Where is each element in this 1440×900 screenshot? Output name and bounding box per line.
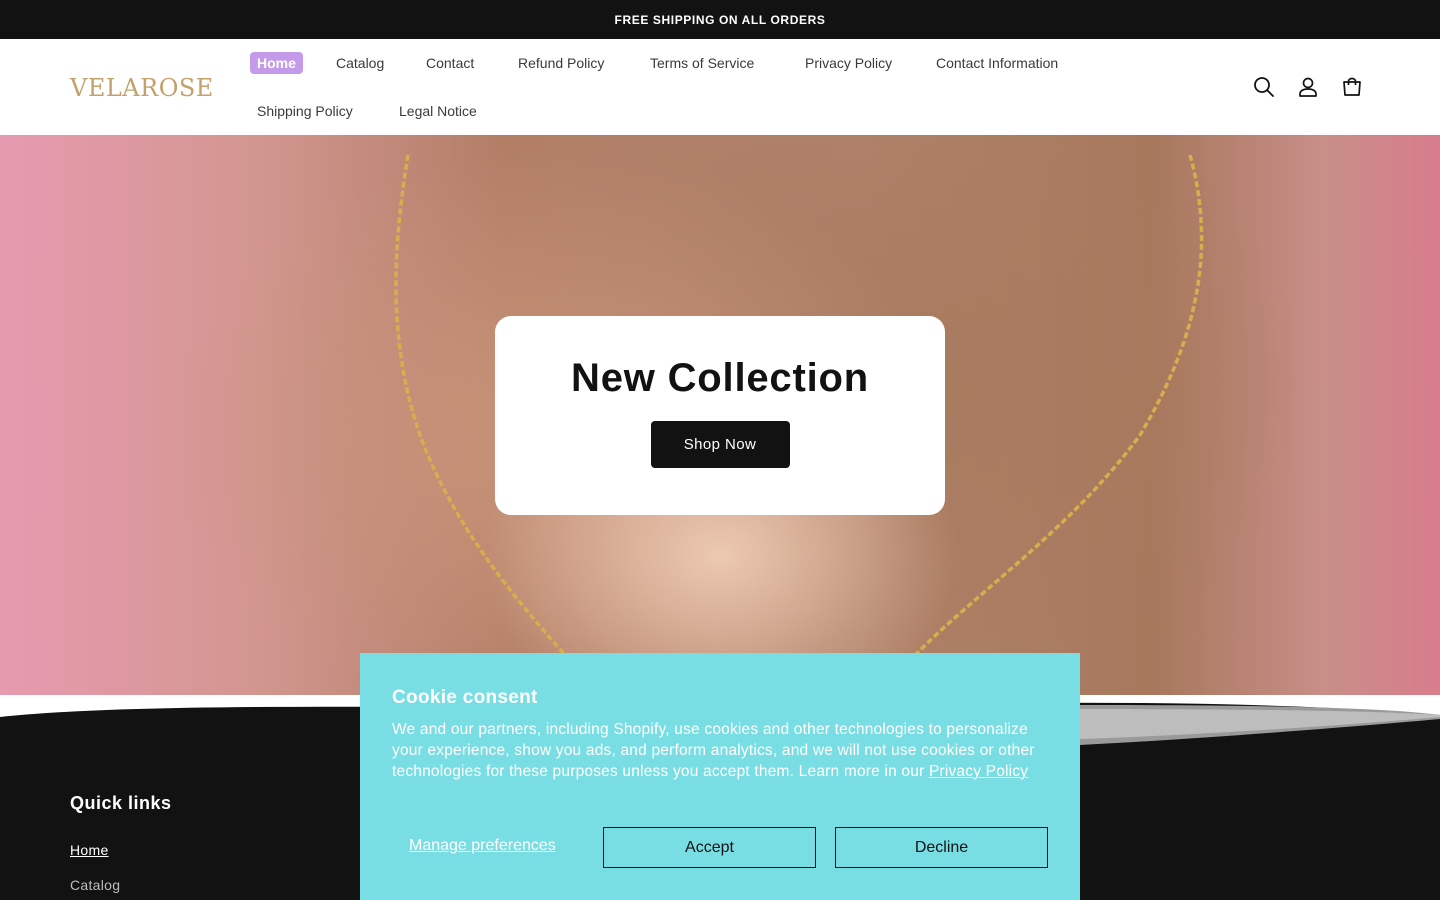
- header-icons: [1252, 75, 1364, 99]
- account-icon[interactable]: [1296, 75, 1320, 99]
- nav-item-legal-notice[interactable]: Legal Notice: [392, 100, 484, 122]
- cookie-description: We and our partners, including Shopify, …: [392, 719, 1052, 782]
- privacy-policy-link[interactable]: Privacy Policy: [929, 763, 1028, 780]
- nav-item-privacy-policy[interactable]: Privacy Policy: [798, 52, 899, 74]
- nav-item-contact[interactable]: Contact: [419, 52, 481, 74]
- footer-quick-links-heading: Quick links: [70, 793, 172, 813]
- hero-banner: New Collection Shop Now: [0, 135, 1440, 695]
- decline-button[interactable]: Decline: [835, 827, 1048, 868]
- hero-title: New Collection: [571, 356, 869, 400]
- footer-link-home[interactable]: Home: [70, 842, 109, 858]
- nav-item-refund-policy[interactable]: Refund Policy: [511, 52, 611, 74]
- cart-icon[interactable]: [1340, 75, 1364, 99]
- nav-item-contact-information[interactable]: Contact Information: [929, 52, 1065, 74]
- nav-item-terms-of-service[interactable]: Terms of Service: [643, 52, 761, 74]
- announcement-text: FREE SHIPPING ON ALL ORDERS: [614, 12, 826, 27]
- hero-card: New Collection Shop Now: [495, 316, 945, 515]
- site-header: VELAROSE Home Catalog Contact Refund Pol…: [0, 39, 1440, 135]
- cookie-title: Cookie consent: [392, 687, 538, 708]
- accept-button[interactable]: Accept: [603, 827, 816, 868]
- cookie-consent-banner: Cookie consent We and our partners, incl…: [360, 653, 1080, 900]
- shop-now-button[interactable]: Shop Now: [650, 421, 790, 468]
- nav-item-home[interactable]: Home: [250, 52, 303, 74]
- main-nav: Home Catalog Contact Refund Policy Terms…: [248, 39, 1108, 135]
- logo-text: VELAROSE: [70, 74, 214, 102]
- manage-preferences-link[interactable]: Manage preferences: [409, 837, 556, 855]
- store-logo[interactable]: VELAROSE: [70, 73, 213, 103]
- nav-item-shipping-policy[interactable]: Shipping Policy: [250, 100, 360, 122]
- announcement-bar: FREE SHIPPING ON ALL ORDERS: [0, 0, 1440, 39]
- search-icon[interactable]: [1252, 75, 1276, 99]
- footer-link-catalog[interactable]: Catalog: [70, 877, 120, 893]
- nav-item-catalog[interactable]: Catalog: [329, 52, 391, 74]
